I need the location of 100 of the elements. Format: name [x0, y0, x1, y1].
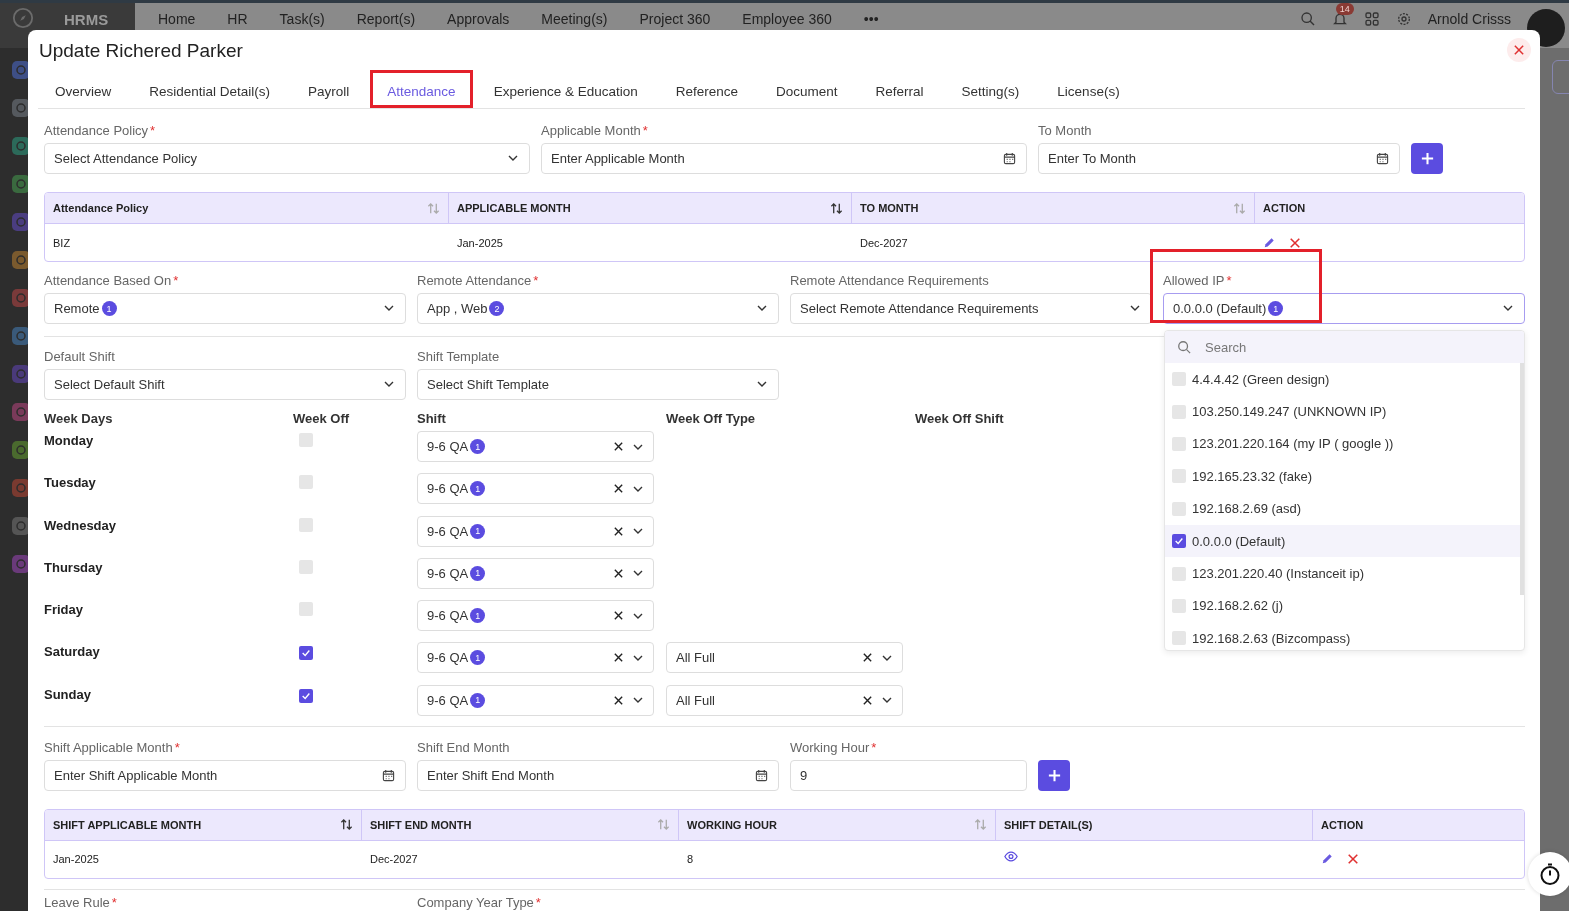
select-field[interactable]: 9-6 QA 1 [417, 473, 654, 505]
ip-option[interactable]: 192.168.2.63 (Bizcompass) [1165, 622, 1521, 650]
ip-option[interactable]: 192.168.2.62 (j) [1165, 589, 1521, 623]
ip-option[interactable]: 192.165.23.32 (fake) [1165, 460, 1521, 493]
clear-icon[interactable] [862, 694, 873, 706]
select-field[interactable]: 9-6 QA 1 [417, 684, 654, 716]
grid-icon[interactable] [1363, 11, 1380, 27]
clear-icon[interactable] [862, 652, 873, 664]
ip-option[interactable]: 123.201.220.164 (my IP ( google )) [1165, 427, 1521, 461]
edit-icon[interactable] [1321, 853, 1333, 866]
clear-icon[interactable] [613, 652, 624, 664]
bell-icon[interactable] [1331, 11, 1348, 27]
tab[interactable]: Attendance [370, 70, 473, 108]
select-field[interactable]: App , Web 2 [417, 293, 779, 324]
clear-icon[interactable] [613, 694, 624, 706]
column-header[interactable]: SHIFT APPLICABLE MONTH [45, 809, 362, 840]
tab[interactable]: Overview [38, 70, 129, 108]
column-header[interactable]: ACTION [1255, 193, 1524, 223]
eye-icon[interactable] [1004, 851, 1018, 863]
calendar-icon[interactable] [755, 768, 768, 782]
nav-link[interactable]: Task(s) [279, 11, 325, 27]
checkbox[interactable] [1172, 404, 1186, 419]
delete-icon[interactable] [1347, 853, 1359, 866]
select-field[interactable]: 9-6 QA 1 [417, 642, 654, 674]
nav-link[interactable]: Employee 360 [742, 11, 832, 27]
checkbox[interactable] [299, 517, 313, 532]
search-field[interactable]: Search [1165, 331, 1524, 363]
select-field[interactable]: Select Remote Attendance Requirements [790, 293, 1152, 324]
tab[interactable]: Payroll [291, 70, 367, 108]
delete-icon[interactable] [1289, 236, 1301, 249]
add-button[interactable] [1411, 143, 1443, 174]
nav-link[interactable]: Approvals [447, 11, 510, 27]
settings-icon[interactable] [1395, 11, 1412, 27]
tab[interactable]: Setting(s) [944, 70, 1037, 108]
ip-option[interactable]: 103.250.149.247 (UNKNOWN IP) [1165, 395, 1521, 428]
column-header[interactable]: WORKING HOUR [679, 809, 996, 840]
search-icon[interactable] [1299, 11, 1316, 27]
tab[interactable]: License(s) [1040, 70, 1137, 108]
nav-link[interactable]: Report(s) [356, 11, 416, 27]
sort-icon[interactable] [340, 818, 353, 832]
ip-option[interactable]: 0.0.0.0 (Default) [1165, 524, 1521, 558]
column-header[interactable]: SHIFT DETAIL(S) [996, 809, 1313, 840]
select-field[interactable]: 9-6 QA 1 [417, 600, 654, 632]
calendar-icon[interactable] [382, 768, 395, 782]
checkbox[interactable] [299, 646, 313, 661]
input-field[interactable]: 9 [790, 759, 1027, 791]
ip-option[interactable]: 192.168.2.69 (asd) [1165, 492, 1521, 525]
date-field[interactable]: Enter Shift Applicable Month [44, 759, 406, 791]
ip-option[interactable]: 123.201.220.40 (Instanceit ip) [1165, 557, 1521, 590]
select-field[interactable]: Select Default Shift [44, 369, 406, 400]
checkbox[interactable] [1172, 566, 1186, 581]
tab[interactable]: Referral [858, 70, 941, 108]
checkbox[interactable] [299, 688, 313, 703]
checkbox[interactable] [299, 559, 313, 574]
tab[interactable]: Document [759, 70, 855, 108]
select-field[interactable]: 9-6 QA 1 [417, 515, 654, 547]
checkbox[interactable] [1172, 501, 1186, 516]
checkbox[interactable] [1172, 436, 1186, 451]
calendar-icon[interactable] [1376, 152, 1389, 165]
close-button[interactable] [1507, 38, 1531, 62]
nav-link[interactable]: HR [227, 11, 248, 27]
select-field[interactable]: All Full [666, 642, 903, 674]
edit-icon[interactable] [1263, 236, 1275, 249]
nav-link[interactable]: Project 360 [639, 11, 711, 27]
select-field[interactable]: 9-6 QA 1 [417, 557, 654, 589]
calendar-icon[interactable] [1003, 152, 1016, 165]
ip-option[interactable]: 4.4.4.42 (Green design) [1165, 363, 1521, 396]
column-header[interactable]: SHIFT END MONTH [362, 809, 679, 840]
tab[interactable]: Experience & Education [476, 70, 655, 108]
checkbox[interactable] [1172, 598, 1186, 613]
select-field[interactable]: All Full [666, 684, 903, 716]
nav-link[interactable]: Home [158, 11, 196, 27]
checkbox[interactable] [1172, 372, 1186, 387]
column-header[interactable]: TO MONTH [852, 193, 1255, 223]
select-field[interactable]: 0.0.0.0 (Default) 1 [1163, 293, 1525, 324]
clear-icon[interactable] [613, 567, 624, 579]
column-header[interactable]: ACTION [1313, 809, 1524, 840]
select-field[interactable]: Select Shift Template [417, 369, 779, 400]
more-link[interactable]: ••• [863, 11, 879, 27]
date-field[interactable]: Enter Applicable Month [541, 143, 1027, 174]
select-field[interactable]: Remote 1 [44, 293, 406, 324]
checkbox[interactable] [1172, 631, 1186, 646]
checkbox[interactable] [299, 433, 313, 447]
checkbox[interactable] [1172, 469, 1186, 484]
nav-link[interactable]: Meeting(s) [541, 11, 608, 27]
date-field[interactable]: Enter Shift End Month [417, 759, 779, 791]
column-header[interactable]: APPLICABLE MONTH [449, 193, 852, 223]
select-field[interactable]: 9-6 QA 1 [417, 431, 654, 462]
user-name[interactable]: Arnold Crisss [1427, 11, 1511, 27]
tab[interactable]: Residential Detail(s) [132, 70, 288, 108]
tab[interactable]: Reference [658, 70, 756, 108]
checkbox[interactable] [1172, 534, 1186, 549]
clear-icon[interactable] [613, 525, 624, 537]
checkbox[interactable] [299, 475, 313, 490]
clear-icon[interactable] [613, 610, 624, 622]
column-header[interactable]: Attendance Policy [45, 193, 449, 223]
add-button[interactable] [1038, 759, 1070, 791]
select-field[interactable]: Select Attendance Policy [44, 143, 530, 174]
date-field[interactable]: Enter To Month [1038, 143, 1400, 174]
checkbox[interactable] [299, 602, 313, 617]
